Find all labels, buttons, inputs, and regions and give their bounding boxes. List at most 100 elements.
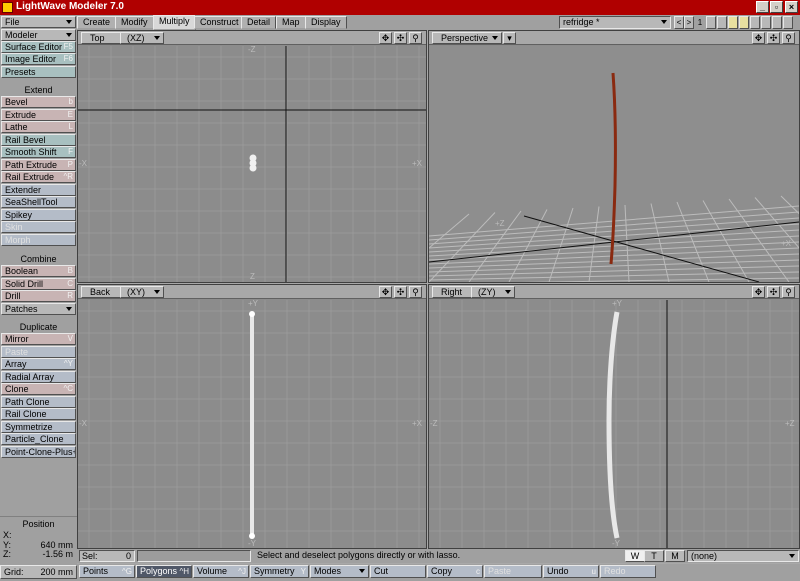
tool-drill-button[interactable]: Drill R xyxy=(1,290,76,302)
zoom-icon[interactable]: ⚲ xyxy=(782,32,795,44)
tool-path-clone-button[interactable]: Path Clone xyxy=(1,395,76,408)
maximize-button[interactable]: ▫ xyxy=(770,1,783,13)
layer-select[interactable]: (none) xyxy=(687,550,799,562)
tab-display[interactable]: Display xyxy=(305,16,347,29)
tool-path-extrude-button[interactable]: Path Extrude P xyxy=(1,158,76,171)
viewport-canvas[interactable]: -Z Z -X +X xyxy=(78,46,426,282)
mode-copy-button[interactable]: Copy c xyxy=(427,565,483,578)
move-view-icon[interactable]: ✥ xyxy=(379,286,392,298)
tab-modify[interactable]: Modify xyxy=(115,16,154,29)
layer-toggle-8[interactable] xyxy=(783,16,793,29)
tool-rail-extrude-button[interactable]: Rail Extrude ^R xyxy=(1,171,76,183)
tool-particle-clone-button[interactable]: Particle_Clone xyxy=(1,433,76,445)
shortcut-key: V xyxy=(67,334,73,343)
tool-label: Clone xyxy=(5,384,29,394)
file-menu[interactable]: File xyxy=(1,16,76,28)
viewport-axes-menu[interactable]: (XY) xyxy=(120,286,164,298)
viewport-name[interactable]: Back xyxy=(81,286,125,298)
tool-bevel-button[interactable]: Bevel b xyxy=(1,96,76,108)
viewport-options-menu[interactable]: ▾ xyxy=(503,32,516,44)
rotate-view-icon[interactable]: ✣ xyxy=(767,32,780,44)
tool-label: Rail Bevel xyxy=(5,134,46,145)
rotate-view-icon[interactable]: ✣ xyxy=(394,32,407,44)
tool-radial-array-button[interactable]: Radial Array xyxy=(1,370,76,383)
tool-point-clone-plus-button[interactable]: Point-Clone-Plus+ xyxy=(1,445,76,458)
shortcut-key: c xyxy=(476,567,480,576)
axis-label-right: +X xyxy=(412,159,423,168)
tool-solid-drill-button[interactable]: Solid Drill C xyxy=(1,277,76,290)
tool-array-button[interactable]: Array ^Y xyxy=(1,358,76,370)
tool-clone-button[interactable]: Clone ^C xyxy=(1,383,76,395)
modeler-menu[interactable]: Modeler xyxy=(1,29,76,41)
surface-editor-button[interactable]: Surface Editor F5 xyxy=(1,41,76,53)
tool-mirror-button[interactable]: Mirror V xyxy=(1,333,76,345)
chevron-down-icon xyxy=(154,36,160,40)
viewport-canvas[interactable]: +Z +X xyxy=(429,46,799,282)
prev-layer-icon[interactable]: < xyxy=(674,16,684,29)
tool-smooth-shift-button[interactable]: Smooth Shift F xyxy=(1,146,76,158)
tool-patches-button[interactable]: Patches xyxy=(1,302,76,315)
x-label: X: xyxy=(3,530,12,540)
selection-count: Sel: 0 xyxy=(79,550,135,562)
viewport-axes-menu[interactable]: (XZ) xyxy=(120,32,164,44)
tab-detail[interactable]: Detail xyxy=(241,16,277,29)
viewport-name[interactable]: Top xyxy=(81,32,125,44)
mode-polygons-button[interactable]: Polygons ^H xyxy=(136,565,192,578)
wireframe-toggle[interactable]: W xyxy=(625,550,645,562)
viewport-perspective[interactable]: Perspective ▾ ✥ ✣ ⚲ +Z +X xyxy=(428,30,800,283)
scene-select[interactable]: refridge * xyxy=(559,16,671,29)
mode-symmetry-button[interactable]: Symmetry Y xyxy=(250,565,309,578)
texture-toggle[interactable]: T xyxy=(644,550,664,562)
move-view-icon[interactable]: ✥ xyxy=(752,286,765,298)
presets-button[interactable]: Presets xyxy=(1,66,76,78)
image-editor-button[interactable]: Image Editor F6 xyxy=(1,53,76,65)
viewport-canvas[interactable]: +Y -Y -X +X xyxy=(78,300,426,548)
layer-toggle-3[interactable] xyxy=(728,16,738,29)
rotate-view-icon[interactable]: ✣ xyxy=(767,286,780,298)
mode-cut-button[interactable]: Cut xyxy=(370,565,426,578)
layer-toggle-1[interactable] xyxy=(706,16,716,29)
tab-construct[interactable]: Construct xyxy=(194,16,245,29)
minimize-button[interactable]: _ xyxy=(756,1,769,13)
tool-rail-clone-button[interactable]: Rail Clone xyxy=(1,408,76,420)
viewport-canvas[interactable]: +Y -Y -Z +Z xyxy=(429,300,799,548)
layer-toggle-5[interactable] xyxy=(750,16,760,29)
tool-boolean-button[interactable]: Boolean B xyxy=(1,265,76,277)
viewport-name[interactable]: Perspective xyxy=(432,32,502,44)
tool-label: Point-Clone-Plus+ xyxy=(5,446,76,457)
rotate-view-icon[interactable]: ✣ xyxy=(394,286,407,298)
axis-label-left: -Z xyxy=(430,419,438,428)
close-button[interactable]: × xyxy=(785,1,798,13)
tool-spikey-button[interactable]: Spikey xyxy=(1,208,76,221)
tab-map[interactable]: Map xyxy=(276,16,306,29)
layer-toggle-4[interactable] xyxy=(739,16,749,29)
next-layer-icon[interactable]: > xyxy=(684,16,694,29)
tool-symmetrize-button[interactable]: Symmetrize xyxy=(1,420,76,433)
tool-extender-button[interactable]: Extender xyxy=(1,183,76,196)
move-view-icon[interactable]: ✥ xyxy=(379,32,392,44)
tool-extrude-button[interactable]: Extrude E xyxy=(1,108,76,121)
viewport-top[interactable]: Top (XZ) ✥ ✣ ⚲ -Z Z -X +X xyxy=(77,30,427,283)
chevron-down-icon xyxy=(505,290,511,294)
morph-toggle[interactable]: M xyxy=(665,550,685,562)
tool-lathe-button[interactable]: Lathe L xyxy=(1,121,76,133)
zoom-icon[interactable]: ⚲ xyxy=(409,32,422,44)
tool-rail-bevel-button[interactable]: Rail Bevel xyxy=(1,133,76,146)
layer-toggle-7[interactable] xyxy=(772,16,782,29)
mode-undo-button[interactable]: Undo u xyxy=(543,565,599,578)
mode-modes-button[interactable]: Modes xyxy=(310,565,369,578)
tab-create[interactable]: Create xyxy=(77,16,117,29)
layer-toggle-2[interactable] xyxy=(717,16,727,29)
zoom-icon[interactable]: ⚲ xyxy=(782,286,795,298)
viewport-back[interactable]: Back (XY) ✥ ✣ ⚲ +Y -Y -X +X xyxy=(77,284,427,549)
zoom-icon[interactable]: ⚲ xyxy=(409,286,422,298)
viewport-axes-menu[interactable]: (ZY) xyxy=(471,286,515,298)
viewport-name[interactable]: Right xyxy=(432,286,476,298)
move-view-icon[interactable]: ✥ xyxy=(752,32,765,44)
tool-seashelltool-button[interactable]: SeaShellTool xyxy=(1,196,76,208)
tab-multiply[interactable]: Multiply xyxy=(153,15,196,30)
mode-volume-button[interactable]: Volume ^J xyxy=(193,565,249,578)
layer-toggle-6[interactable] xyxy=(761,16,771,29)
viewport-right[interactable]: Right (ZY) ✥ ✣ ⚲ +Y -Y -Z +Z xyxy=(428,284,800,549)
mode-points-button[interactable]: Points ^G xyxy=(79,565,135,578)
